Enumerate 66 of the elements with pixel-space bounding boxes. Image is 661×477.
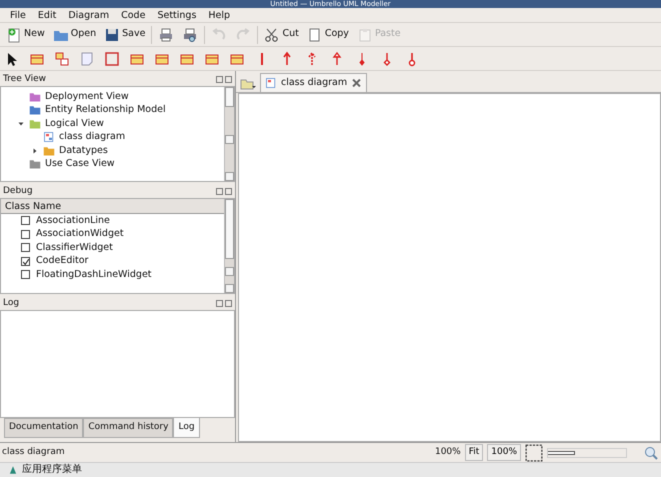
reset-zoom-button[interactable]: 100%: [487, 444, 521, 462]
cut-button[interactable]: Cut: [262, 24, 301, 44]
zoom-level: 100%: [434, 446, 461, 459]
scissors-icon: [264, 26, 280, 42]
fit-button[interactable]: Fit: [464, 444, 484, 462]
tab[interactable]: class diagram: [260, 73, 368, 92]
tree-item[interactable]: Datatypes: [59, 144, 108, 158]
class-name: FloatingDashLineWidget: [36, 268, 152, 282]
checkbox[interactable]: [21, 270, 30, 280]
copy-button[interactable]: Copy: [304, 24, 351, 44]
menu-item[interactable]: Settings: [157, 8, 196, 22]
tab-label: class diagram: [281, 76, 348, 90]
menu-item[interactable]: Edit: [38, 8, 56, 22]
close-button[interactable]: [225, 188, 232, 195]
tab[interactable]: Log: [173, 418, 200, 438]
expand-arrow-icon[interactable]: [31, 146, 39, 155]
undo-icon: [211, 26, 228, 42]
menu-item[interactable]: File: [10, 8, 26, 22]
column-header: Class Name: [1, 199, 224, 214]
taskbar-menu[interactable]: 应用程序菜单: [22, 463, 82, 477]
scrollbar[interactable]: [224, 199, 234, 293]
float-button[interactable]: [216, 76, 223, 83]
tree-item[interactable]: Logical View: [45, 116, 104, 131]
tree-item[interactable]: class diagram: [59, 130, 126, 144]
collapse-arrow-icon[interactable]: [17, 120, 25, 128]
tree-item[interactable]: Entity Relationship Model: [45, 103, 166, 118]
checkbox[interactable]: [21, 256, 30, 266]
save-button[interactable]: Save: [102, 24, 148, 44]
class-name: ClassifierWidget: [36, 240, 113, 255]
status-text: class diagram: [2, 446, 66, 459]
menu-item[interactable]: Code: [121, 8, 146, 22]
zoom-icon[interactable]: [643, 444, 659, 460]
checkbox[interactable]: [21, 216, 30, 226]
class-name: AssociationWidget: [36, 227, 124, 242]
new-button[interactable]: New: [4, 24, 47, 44]
new-file-icon: [6, 26, 22, 42]
note-icon[interactable]: [79, 50, 95, 66]
box-icon[interactable]: [104, 50, 120, 66]
checkbox[interactable]: [21, 230, 30, 239]
zoom-slider[interactable]: [548, 450, 576, 454]
close-button[interactable]: [225, 300, 232, 307]
dock-title: Debug: [3, 184, 33, 198]
tree-item[interactable]: Use Case View: [45, 157, 115, 172]
menu-item[interactable]: Diagram: [68, 8, 110, 22]
close-button[interactable]: [225, 76, 232, 83]
tab[interactable]: Command history: [83, 418, 174, 438]
checkbox[interactable]: [21, 243, 30, 252]
class-name: AssociationLine: [36, 214, 110, 228]
tab[interactable]: Documentation: [4, 418, 84, 438]
diagram-icon: [265, 75, 277, 91]
dock-title: Tree View: [3, 72, 46, 86]
zoom-select-icon[interactable]: [525, 444, 543, 462]
print-preview-icon: [182, 26, 198, 42]
package-icon[interactable]: [54, 50, 70, 66]
app-launcher-icon[interactable]: [8, 465, 18, 475]
dock-title: Log: [3, 296, 20, 310]
class-name: CodeEditor: [36, 254, 88, 268]
float-button[interactable]: [216, 188, 223, 195]
paste-icon: [356, 26, 373, 42]
menu-item[interactable]: Help: [208, 8, 230, 22]
scrollbar[interactable]: [224, 87, 234, 181]
float-button[interactable]: [216, 300, 223, 307]
redo-icon: [235, 26, 252, 42]
open-button[interactable]: Open: [50, 24, 98, 44]
tree-item[interactable]: Deployment View: [45, 90, 129, 104]
printer-icon: [158, 26, 174, 42]
